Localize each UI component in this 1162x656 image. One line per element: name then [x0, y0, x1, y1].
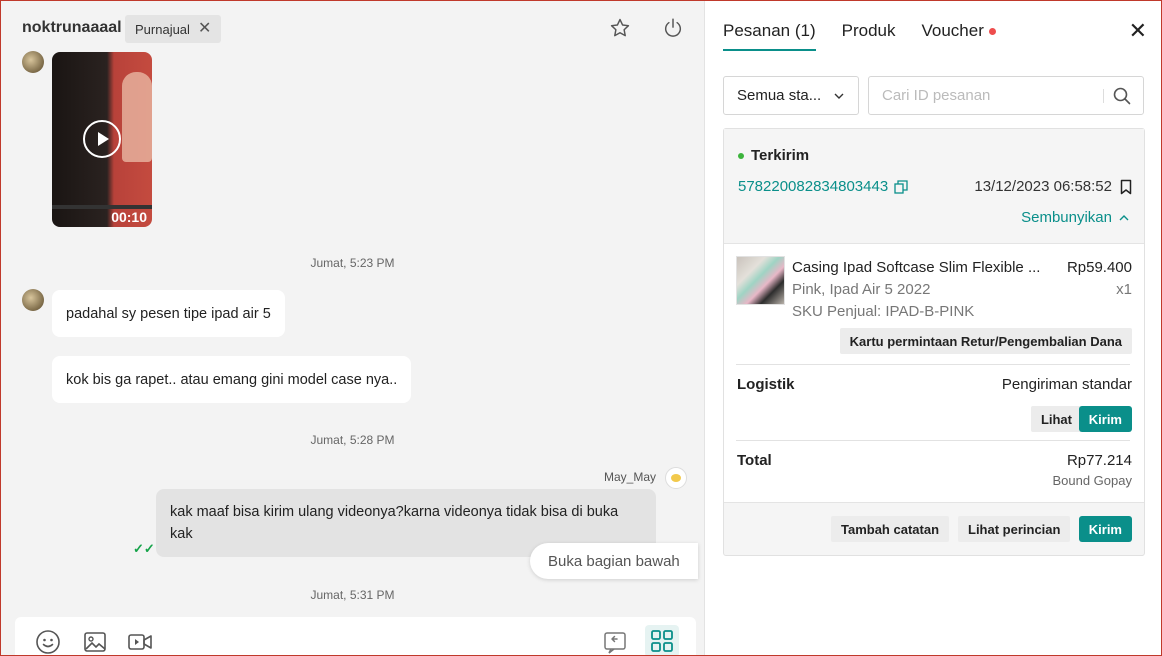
order-datetime: 13/12/2023 06:58:52 [974, 178, 1132, 195]
order-id[interactable]: 578220082834803443 [738, 178, 908, 195]
notification-dot [988, 28, 996, 36]
agent-avatar [665, 467, 687, 489]
message-text: padahal sy pesen tipe ipad air 5 [66, 305, 271, 322]
apps-grid-button[interactable] [645, 625, 679, 655]
payment-method: Bound Gopay [1052, 473, 1132, 488]
buyer-avatar [22, 51, 44, 73]
order-search-input[interactable] [869, 77, 1094, 114]
grid-icon [651, 630, 673, 652]
buyer-avatar [22, 289, 44, 311]
close-icon[interactable]: ✕ [1129, 18, 1147, 44]
divider [736, 440, 1130, 441]
quick-reply-icon[interactable] [602, 629, 628, 655]
agent-name: May_May [603, 470, 656, 484]
search-icon[interactable] [1113, 87, 1131, 105]
chevron-up-icon [1119, 214, 1129, 220]
product-name[interactable]: Casing Ipad Softcase Slim Flexible ... [792, 259, 1052, 276]
scroll-to-bottom-button[interactable]: Buka bagian bawah [530, 543, 698, 579]
order-id-text: 578220082834803443 [738, 178, 889, 195]
divider [736, 364, 1130, 365]
copy-icon[interactable] [894, 179, 908, 194]
play-icon[interactable] [83, 120, 121, 158]
power-icon[interactable] [662, 17, 684, 39]
order-details: Casing Ipad Softcase Slim Flexible ... R… [724, 243, 1144, 503]
tab-voucher[interactable]: Voucher [922, 21, 996, 51]
total-value: Rp77.214 [1066, 452, 1132, 469]
order-status: Terkirim [738, 147, 809, 164]
collapse-toggle[interactable]: Sembunyikan [1021, 209, 1130, 226]
order-panel: Pesanan (1) Produk Voucher ✕ Semua sta..… [704, 1, 1161, 655]
message-timestamp: Jumat, 5:28 PM [310, 433, 395, 447]
ship-button[interactable]: Kirim [1078, 406, 1132, 432]
status-dot [738, 152, 744, 159]
buyer-tag-label: Purnajual [135, 21, 190, 37]
search-divider [1103, 89, 1104, 103]
message-timestamp: Jumat, 5:23 PM [310, 256, 395, 270]
message-text: kak maaf bisa kirim ulang videonya?karna… [170, 504, 619, 542]
buyer-message-bubble: padahal sy pesen tipe ipad air 5 [52, 290, 285, 337]
view-details-button[interactable]: Lihat perincian [958, 516, 1071, 542]
product-thumbnail[interactable] [736, 256, 785, 305]
product-variant: Pink, Ipad Air 5 2022 [792, 281, 931, 298]
image-icon[interactable] [82, 629, 108, 655]
footer-ship-button[interactable]: Kirim [1078, 516, 1132, 542]
video-duration: 00:10 [111, 209, 147, 225]
bookmark-icon[interactable] [1120, 179, 1132, 195]
chat-pane: noktrunaaaal Purnajual ✕ 00:10 Jumat, 5:… [1, 1, 704, 655]
message-text: kok bis ga rapet.. atau emang gini model… [66, 371, 398, 388]
collapse-toggle-label: Sembunyikan [1021, 209, 1112, 226]
order-search [868, 76, 1144, 115]
star-icon[interactable] [609, 17, 631, 39]
panel-tabs: Pesanan (1) Produk Voucher [723, 21, 996, 51]
chat-header: noktrunaaaal Purnajual ✕ [1, 1, 704, 53]
status-filter-select[interactable]: Semua sta... [723, 76, 859, 115]
buyer-message-bubble: kok bis ga rapet.. atau emang gini model… [52, 356, 412, 403]
total-label: Total [737, 452, 772, 469]
order-card: Terkirim 578220082834803443 13/12/2023 0… [723, 128, 1145, 556]
read-receipt-icon: ✓✓ [133, 541, 155, 556]
chevron-down-icon [834, 93, 844, 99]
tab-products[interactable]: Produk [842, 21, 896, 51]
view-logistics-button[interactable]: Lihat [1030, 406, 1082, 432]
product-quantity: x1 [1116, 281, 1132, 298]
logistics-label: Logistik [737, 376, 795, 393]
video-thumbnail [122, 72, 152, 162]
product-price: Rp59.400 [1066, 259, 1132, 276]
video-message[interactable]: 00:10 [52, 52, 152, 227]
message-timestamp: Jumat, 5:31 PM [310, 588, 395, 602]
tab-voucher-label: Voucher [921, 21, 984, 40]
return-request-button[interactable]: Kartu permintaan Retur/Pengembalian Dana [839, 328, 1132, 354]
video-camera-icon[interactable] [127, 629, 153, 655]
chat-username: noktrunaaaal [22, 19, 122, 36]
product-sku: SKU Penjual: IPAD-B-PINK [792, 303, 975, 320]
status-filter-value: Semua sta... [737, 87, 822, 104]
order-datetime-text: 13/12/2023 06:58:52 [974, 178, 1112, 195]
add-note-button[interactable]: Tambah catatan [831, 516, 950, 542]
order-card-header: Terkirim 578220082834803443 13/12/2023 0… [724, 129, 1144, 243]
chat-input-toolbar [15, 617, 696, 655]
order-status-label: Terkirim [751, 147, 810, 164]
buyer-tag: Purnajual ✕ [125, 15, 222, 43]
logistics-value: Pengiriman standar [1001, 376, 1132, 393]
tab-orders[interactable]: Pesanan (1) [723, 21, 816, 51]
emoji-icon[interactable] [35, 629, 61, 655]
remove-tag-icon[interactable]: ✕ [198, 21, 211, 37]
